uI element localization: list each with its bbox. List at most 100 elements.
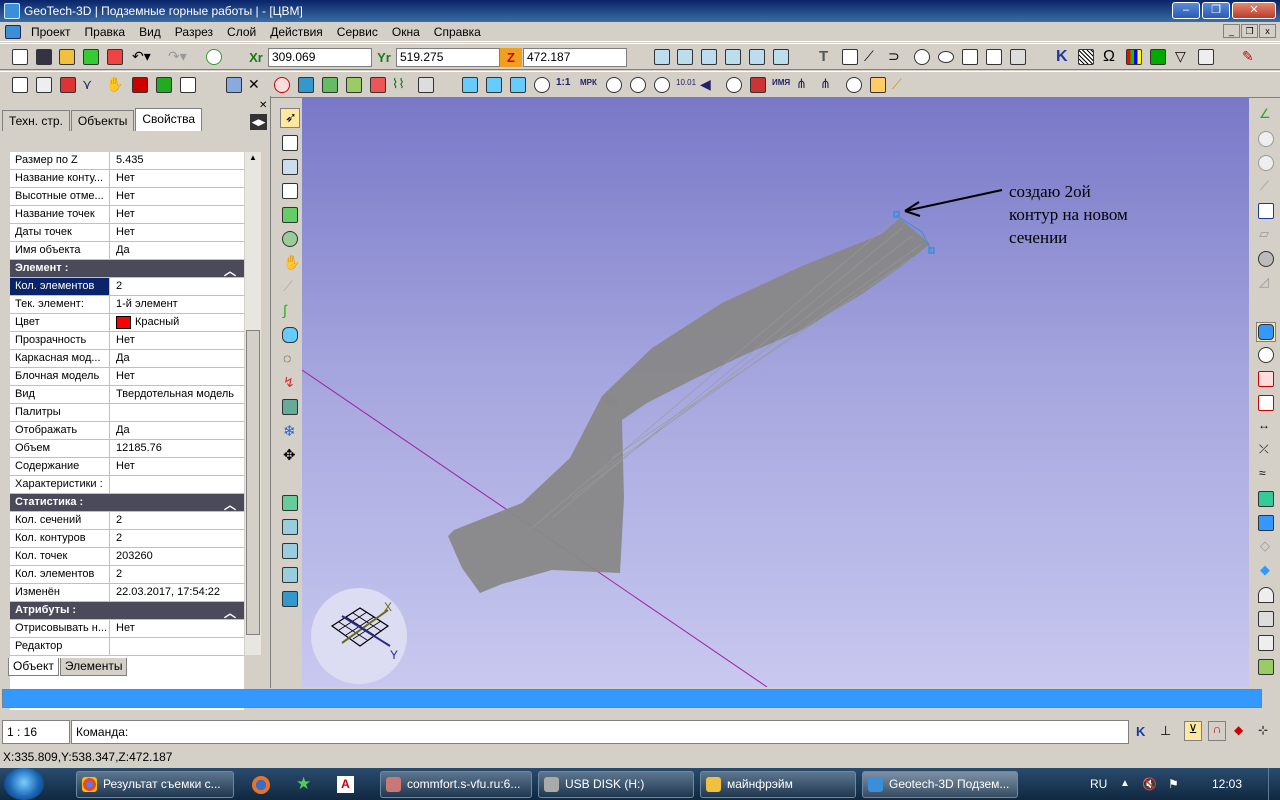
window-button[interactable] xyxy=(178,76,198,95)
property-row[interactable]: Тек. элемент: 1-й элемент xyxy=(10,296,244,314)
menu-edit[interactable]: Правка xyxy=(78,25,133,39)
taskbar-item-folder[interactable]: майнфрэйм xyxy=(700,771,856,798)
property-row[interactable]: Кол. точек 203260 xyxy=(10,548,244,566)
property-value[interactable]: Нет xyxy=(111,458,244,475)
polyline-tool-button[interactable]: ⟋ xyxy=(864,48,884,67)
property-value[interactable]: 1-й элемент xyxy=(111,296,244,313)
network-2-button[interactable]: ⋔ xyxy=(820,76,840,95)
collapse-icon[interactable]: ︿ xyxy=(224,604,236,621)
collapse-icon[interactable]: ︿ xyxy=(224,262,236,279)
property-value[interactable]: 22.03.2017, 17:54:22 xyxy=(111,584,244,601)
property-value[interactable]: Нет xyxy=(111,620,244,637)
tab-tech-structure[interactable]: Техн. стр. xyxy=(2,110,70,131)
app-icon[interactable] xyxy=(4,3,20,19)
scale-field[interactable]: 1 : 16 xyxy=(2,720,70,744)
view-cube-3-button[interactable] xyxy=(699,48,719,67)
measure-button[interactable]: 1:1 xyxy=(556,76,576,95)
right-tool-7-button[interactable] xyxy=(1256,250,1276,270)
property-value[interactable]: 203260 xyxy=(111,548,244,565)
property-section-header[interactable]: Атрибуты : ︿ xyxy=(10,602,244,620)
taskbar-pin-acrobat[interactable]: A xyxy=(328,771,362,798)
property-value[interactable]: Нет xyxy=(111,206,244,223)
action-center-icon[interactable]: ⚑ xyxy=(1168,768,1179,800)
view-cube-5-button[interactable] xyxy=(747,48,767,67)
minimize-button[interactable]: – xyxy=(1172,2,1200,19)
view-3d-3-button[interactable] xyxy=(508,76,528,95)
new-file-button[interactable] xyxy=(10,48,30,67)
timer-button[interactable] xyxy=(724,76,744,95)
right-tool-16-button[interactable] xyxy=(1256,490,1276,510)
curve-edit-button[interactable]: ∫ xyxy=(280,302,300,322)
property-value[interactable]: 2 xyxy=(111,278,244,295)
property-row[interactable]: Редактор xyxy=(10,638,244,656)
perpendicular-snap-icon[interactable]: ⊥ xyxy=(1160,723,1171,739)
property-value[interactable]: Нет xyxy=(111,332,244,349)
property-row[interactable]: Отображать Да xyxy=(10,422,244,440)
property-value[interactable]: 2 xyxy=(111,566,244,583)
taskbar-item-usb-disk[interactable]: USB DISK (H:) xyxy=(538,771,694,798)
rotate-2-button[interactable] xyxy=(628,76,648,95)
property-value[interactable]: Да xyxy=(111,242,244,259)
right-tool-9-button[interactable] xyxy=(1256,322,1276,342)
clock[interactable]: 12:03 xyxy=(1212,768,1242,800)
property-row[interactable]: Отрисовывать н... Нет xyxy=(10,620,244,638)
document-tool-button[interactable] xyxy=(984,48,1004,67)
hand-button[interactable]: ✋ xyxy=(106,76,126,95)
document-icon[interactable] xyxy=(5,24,21,39)
view-cube-6-button[interactable] xyxy=(771,48,791,67)
histogram-button[interactable] xyxy=(368,76,388,95)
3d-viewport[interactable]: создаю 2ой контур на новом сечении X Y xyxy=(302,98,1249,687)
property-row[interactable]: Кол. контуров 2 xyxy=(10,530,244,548)
mesh-button[interactable] xyxy=(224,76,244,95)
stack-1-button[interactable] xyxy=(280,494,300,514)
tab-objects[interactable]: Объекты xyxy=(70,110,135,131)
property-row[interactable]: Кол. элементов 2 xyxy=(10,566,244,584)
property-value[interactable]: Твердотельная модель xyxy=(111,386,244,403)
node-edit-button[interactable] xyxy=(280,182,300,202)
precision-button[interactable]: 10.01 xyxy=(676,76,696,95)
pen-button[interactable]: ✎ xyxy=(1242,48,1262,67)
freeze-button[interactable]: ❄ xyxy=(280,422,300,442)
rays-button[interactable]: ⋎ xyxy=(82,76,102,95)
property-value[interactable]: Нет xyxy=(111,368,244,385)
right-tool-13-button[interactable]: ↔ xyxy=(1256,418,1276,438)
terrain-button[interactable] xyxy=(320,76,340,95)
command-input[interactable]: Команда: xyxy=(71,720,1129,744)
view-3d-2-button[interactable] xyxy=(484,76,504,95)
table-button[interactable] xyxy=(1196,48,1216,67)
clipboard-button[interactable] xyxy=(105,48,125,67)
select-area-button[interactable] xyxy=(280,158,300,178)
maximize-button[interactable]: ❐ xyxy=(1202,2,1230,19)
property-row[interactable]: Палитры xyxy=(10,404,244,422)
move-button[interactable]: ✥ xyxy=(280,446,300,466)
circle-tool-button[interactable] xyxy=(912,48,932,67)
volume-muted-icon[interactable]: 🔇 xyxy=(1142,768,1157,800)
view-cube-2-button[interactable] xyxy=(675,48,695,67)
property-value[interactable]: Красный xyxy=(111,314,244,331)
property-row[interactable]: Вид Твердотельная модель xyxy=(10,386,244,404)
taskbar-item-commfort[interactable]: commfort.s-vfu.ru:6... xyxy=(380,771,532,798)
property-section-header[interactable]: Статистика : ︿ xyxy=(10,494,244,512)
box-button[interactable] xyxy=(296,76,316,95)
hatch-button[interactable] xyxy=(1076,48,1096,67)
y-coord-input[interactable]: 519.275 xyxy=(396,48,500,67)
ellipse-tool-button[interactable] xyxy=(936,48,956,67)
menu-windows[interactable]: Окна xyxy=(385,25,427,39)
tab-elements[interactable]: Элементы xyxy=(59,658,128,676)
menu-help[interactable]: Справка xyxy=(427,25,488,39)
magic-button[interactable]: ↯ xyxy=(280,374,300,394)
property-value[interactable]: 12185.76 xyxy=(111,440,244,457)
symbol-button[interactable]: Ω xyxy=(1100,48,1120,67)
property-row[interactable]: Кол. сечений 2 xyxy=(10,512,244,530)
arrow-left-button[interactable]: ◀ xyxy=(700,76,720,95)
taskbar-pin-firefox[interactable] xyxy=(244,771,278,798)
x-coord-input[interactable]: 309.069 xyxy=(268,48,372,67)
right-tool-18-button[interactable]: ◇ xyxy=(1256,538,1276,558)
right-tool-4-button[interactable]: ⟋ xyxy=(1256,178,1276,198)
layers-tool-button[interactable] xyxy=(960,48,980,67)
close-button[interactable]: ✕ xyxy=(1232,2,1276,19)
menu-section[interactable]: Разрез xyxy=(168,25,220,39)
right-tool-2-button[interactable] xyxy=(1256,130,1276,150)
taskbar-item-geotech[interactable]: Geotech-3D Подзем... xyxy=(862,771,1018,798)
right-tool-20-button[interactable] xyxy=(1256,586,1276,606)
